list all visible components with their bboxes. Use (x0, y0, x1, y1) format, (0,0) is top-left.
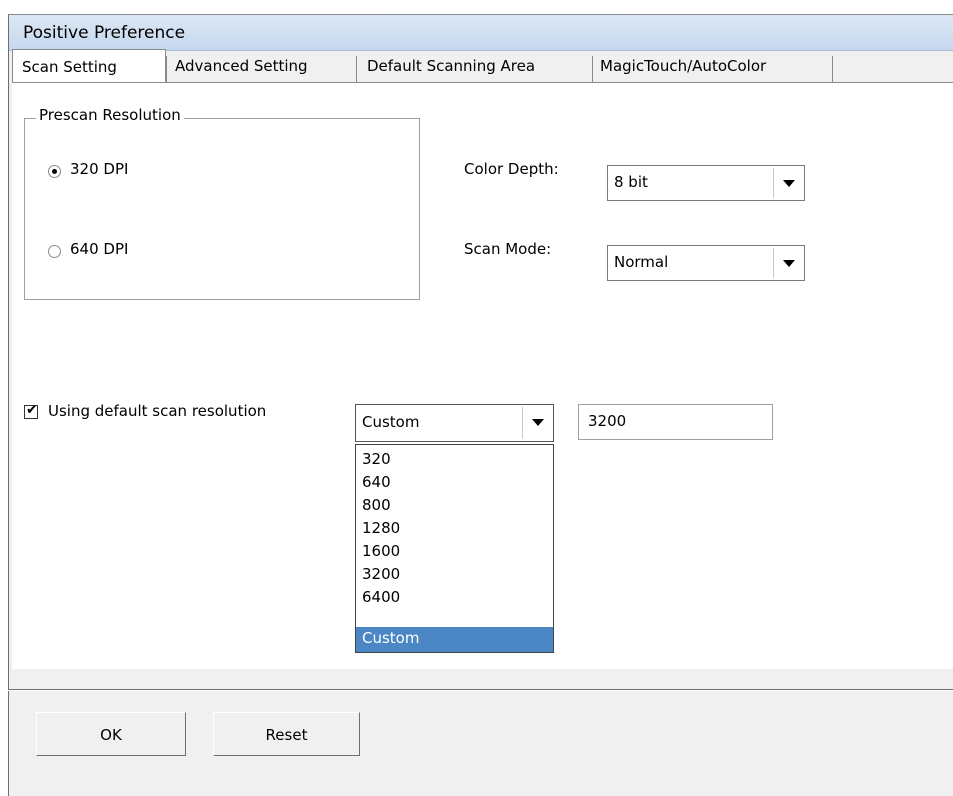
chevron-down-icon[interactable] (773, 248, 802, 278)
tab-label: Advanced Setting (175, 57, 308, 75)
scan-mode-label: Scan Mode: (464, 240, 552, 258)
scan-mode-value: Normal (614, 253, 669, 271)
tab-advanced-setting[interactable]: Advanced Setting (167, 51, 354, 83)
dropdown-option-custom[interactable]: Custom (356, 627, 553, 652)
dropdown-option-1600[interactable]: 1600 (356, 540, 553, 563)
dropdown-option-6400[interactable]: 6400 (356, 586, 553, 609)
tab-scan-setting[interactable]: Scan Setting (12, 49, 166, 83)
radio-320-dpi[interactable] (48, 165, 61, 178)
window-title: Positive Preference (23, 23, 186, 43)
radio-label-640-dpi[interactable]: 640 DPI (70, 240, 128, 258)
ok-button-label: OK (100, 726, 122, 744)
option-label: 6400 (362, 588, 401, 606)
resolution-select[interactable]: Custom (355, 404, 554, 442)
dropdown-option-640[interactable]: 640 (356, 471, 553, 494)
tab-label: MagicTouch/AutoColor (600, 57, 767, 75)
tab-default-scanning-area[interactable]: Default Scanning Area (357, 51, 590, 83)
ok-button[interactable]: OK (36, 712, 186, 756)
color-depth-value: 8 bit (614, 173, 648, 191)
checkmark-icon: ✔ (26, 402, 38, 418)
default-resolution-label[interactable]: Using default scan resolution (48, 402, 266, 420)
tab-label: Scan Setting (22, 58, 117, 76)
tab-divider (832, 56, 833, 84)
reset-button-label: Reset (265, 726, 308, 744)
custom-resolution-input[interactable]: 3200 (578, 404, 773, 440)
title-bar[interactable]: Positive Preference (9, 15, 953, 51)
chevron-down-icon[interactable] (522, 407, 551, 439)
dropdown-option-320[interactable]: 320 (356, 448, 553, 471)
option-label: 1600 (362, 542, 401, 560)
option-label: Custom (362, 629, 420, 647)
footer-divider-highlight (8, 690, 953, 691)
reset-button[interactable]: Reset (213, 712, 360, 756)
option-label: 3200 (362, 565, 401, 583)
option-label: 800 (362, 496, 391, 514)
color-depth-label: Color Depth: (464, 160, 559, 178)
default-resolution-checkbox[interactable]: ✔ (24, 402, 38, 419)
dropdown-option-800[interactable]: 800 (356, 494, 553, 517)
option-label: 1280 (362, 519, 401, 537)
custom-resolution-value: 3200 (588, 412, 627, 430)
radio-640-dpi[interactable] (48, 245, 61, 258)
radio-selected-dot (52, 169, 57, 174)
resolution-select-value: Custom (362, 413, 420, 431)
chevron-down-icon[interactable] (773, 168, 802, 198)
scan-mode-select[interactable]: Normal (607, 245, 805, 281)
radio-label-320-dpi[interactable]: 320 DPI (70, 160, 128, 178)
background-strip (0, 0, 953, 14)
color-depth-select[interactable]: 8 bit (607, 165, 805, 201)
prescan-resolution-group (24, 118, 420, 300)
option-label: 640 (362, 473, 391, 491)
dropdown-option-1280[interactable]: 1280 (356, 517, 553, 540)
option-label: 320 (362, 450, 391, 468)
resolution-dropdown-list: 320 640 800 1280 1600 3200 6400 Custom (355, 444, 554, 653)
tab-label: Default Scanning Area (367, 57, 536, 75)
tab-magictouch-autocolor[interactable]: MagicTouch/AutoColor (593, 51, 833, 83)
dropdown-option-3200[interactable]: 3200 (356, 563, 553, 586)
group-label: Prescan Resolution (36, 106, 184, 124)
